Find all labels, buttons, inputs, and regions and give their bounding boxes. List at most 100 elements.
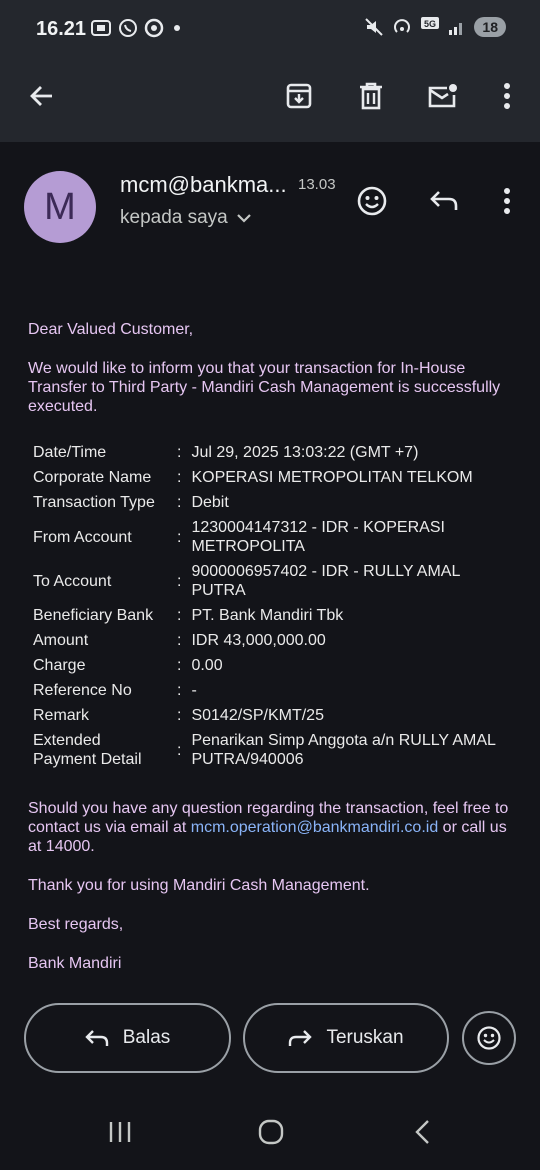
reply-label: Balas — [122, 1027, 171, 1048]
detail-separator: : — [177, 572, 182, 590]
mark-unread-icon — [428, 84, 457, 108]
detail-separator: : — [177, 528, 182, 546]
home-button[interactable] — [246, 1110, 296, 1154]
detail-label: Amount — [33, 632, 89, 649]
detail-row: To Account:9000006957402 - IDR - RULLY A… — [28, 559, 516, 603]
app-notification-icon — [144, 18, 164, 38]
detail-row: Corporate Name: KOPERASI METROPOLITAN TEL… — [28, 465, 516, 490]
signature-line: Bank Mandiri — [28, 955, 122, 972]
contact-email-link[interactable]: mcm.operation@bankmandiri.co.id — [191, 819, 438, 836]
forward-label: Teruskan — [326, 1027, 404, 1048]
detail-value: Debit — [191, 494, 229, 511]
dot-icon — [174, 25, 180, 31]
system-back-button[interactable] — [398, 1110, 448, 1154]
detail-separator: : — [177, 632, 182, 649]
emoji-reaction-button[interactable] — [462, 1011, 516, 1065]
mute-icon — [365, 18, 384, 36]
status-bar: 16.21 5G 18 — [0, 0, 540, 60]
detail-value: 0.00 — [191, 657, 223, 674]
detail-label: Beneficiary Bank — [33, 607, 154, 624]
back-arrow-icon — [30, 86, 52, 106]
recent-apps-button[interactable] — [95, 1110, 145, 1154]
detail-value: IDR 43,000,000.00 — [191, 632, 326, 649]
screenshot-icon — [91, 20, 111, 36]
forward-icon — [289, 1030, 313, 1046]
detail-separator: : — [177, 741, 182, 759]
archive-button[interactable] — [277, 74, 321, 118]
email-time: 13.03 — [298, 176, 336, 193]
back-chevron-icon — [415, 1120, 429, 1144]
detail-value: 9000006957402 - IDR - RULLY AMAL PUTRA — [191, 563, 460, 599]
detail-row: Date/Time: Jul 29, 2025 13:03:22 (GMT +7) — [28, 440, 516, 465]
detail-row: Remark: S0142/SP/KMT/25 — [28, 703, 516, 728]
detail-value: Penarikan Simp Anggota a/n RULLY AMAL PU… — [191, 732, 496, 768]
back-button[interactable] — [20, 74, 64, 118]
reply-button[interactable]: Balas — [24, 1003, 231, 1073]
emoji-icon — [477, 1026, 501, 1050]
detail-label: Extended Payment Detail — [33, 732, 142, 768]
detail-separator: : — [177, 444, 182, 461]
more-options-button[interactable] — [485, 74, 529, 118]
status-time: 16.21 — [36, 18, 87, 40]
detail-label: Reference No — [33, 682, 132, 699]
home-icon — [258, 1119, 284, 1145]
detail-label: From Account — [33, 528, 132, 546]
delete-button[interactable] — [349, 74, 393, 118]
email-closing: Should you have any question regarding t… — [28, 799, 518, 973]
chevron-down-icon — [236, 214, 251, 223]
email-toolbar — [0, 60, 540, 142]
greeting: Dear Valued Customer, — [28, 321, 194, 338]
detail-value: Jul 29, 2025 13:03:22 (GMT +7) — [191, 444, 419, 461]
detail-label: Remark — [33, 707, 90, 724]
detail-value: - — [191, 682, 197, 699]
question-paragraph: Should you have any question regarding t… — [28, 799, 518, 856]
thanks-line: Thank you for using Mandiri Cash Managem… — [28, 877, 370, 894]
detail-label: Charge — [33, 657, 86, 674]
detail-row: Amount: IDR 43,000,000.00 — [28, 628, 516, 653]
sender-name[interactable]: mcm@bankma... — [120, 172, 287, 198]
forward-button[interactable]: Teruskan — [243, 1003, 449, 1073]
detail-separator: : — [177, 494, 182, 511]
detail-separator: : — [177, 469, 182, 486]
battery-indicator: 18 — [474, 17, 506, 37]
status-system-icons: 5G 18 — [364, 16, 506, 38]
recipient-toggle[interactable]: kepada saya — [120, 207, 252, 229]
detail-label: Date/Time — [33, 444, 107, 461]
transaction-details-table: Date/Time: Jul 29, 2025 13:03:22 (GMT +7)… — [28, 440, 516, 772]
signal-icon — [449, 23, 463, 35]
email-intro: Dear Valued Customer, We would like to i… — [28, 320, 518, 416]
svg-text:5G: 5G — [424, 19, 436, 29]
detail-row: From Account:1230004147312 - IDR - KOPER… — [28, 515, 516, 559]
detail-value: KOPERASI METROPOLITAN TELKOM — [191, 469, 473, 486]
reply-header-button[interactable] — [422, 179, 466, 223]
regards-line: Best regards, — [28, 916, 124, 933]
detail-separator: : — [177, 682, 182, 699]
detail-row: Beneficiary Bank: PT. Bank Mandiri Tbk — [28, 603, 516, 628]
react-emoji-button[interactable] — [350, 179, 394, 223]
detail-label: Transaction Type — [33, 494, 155, 511]
message-more-button[interactable] — [485, 179, 529, 223]
status-notification-icons — [90, 18, 184, 38]
mark-unread-button[interactable] — [421, 74, 465, 118]
whatsapp-icon — [119, 19, 137, 37]
intro-paragraph: We would like to inform you that your tr… — [28, 360, 501, 415]
more-vert-icon — [504, 188, 510, 214]
detail-value: PT. Bank Mandiri Tbk — [191, 607, 344, 624]
detail-row: Charge:0.00 — [28, 653, 516, 678]
reply-icon — [85, 1030, 108, 1046]
detail-value: 1230004147312 - IDR - KOPERASI METROPOLI… — [191, 519, 445, 555]
detail-separator: : — [177, 607, 182, 624]
more-vert-icon — [504, 83, 510, 109]
reply-icon — [430, 191, 458, 210]
detail-separator: : — [177, 657, 182, 674]
detail-label: Corporate Name — [33, 469, 152, 486]
archive-icon — [286, 83, 312, 109]
avatar[interactable]: M — [24, 171, 96, 243]
5g-icon: 5G — [421, 17, 440, 29]
detail-row: Extended Payment Detail: Penarikan Simp A… — [28, 728, 516, 772]
recent-apps-icon — [109, 1122, 131, 1142]
recipient-label: kepada saya — [120, 207, 228, 228]
detail-row: Transaction Type: Debit — [28, 490, 516, 515]
emoji-icon — [357, 186, 387, 216]
hotspot-icon — [394, 19, 411, 33]
